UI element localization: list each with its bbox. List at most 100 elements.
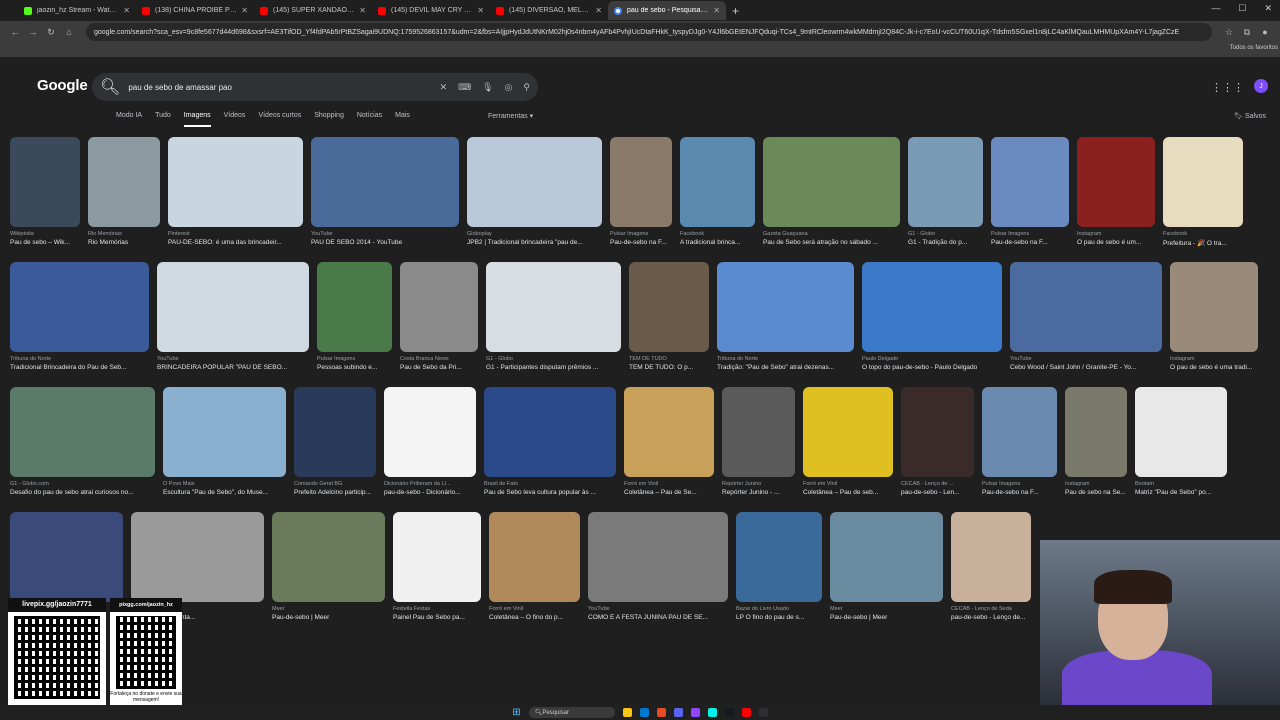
image-thumbnail[interactable] — [1010, 262, 1162, 352]
image-caption[interactable]: Escultura "Pau de Sebo", do Muse... — [163, 489, 286, 496]
image-source[interactable]: Forró em Vinil — [803, 481, 893, 487]
image-caption[interactable]: Pessoas subindo e... — [317, 364, 392, 371]
image-caption[interactable]: Matriz "Pau de Sebo" po... — [1135, 489, 1227, 496]
image-caption[interactable]: Pau de Sebo leva cultura popular às ... — [484, 489, 616, 496]
browser-tab[interactable]: (145) DEVIL MAY CRY OFILME ✕ — [372, 1, 490, 20]
image-thumbnail[interactable] — [803, 387, 893, 477]
image-source[interactable]: G1 - Globo.com — [10, 481, 155, 487]
image-thumbnail[interactable] — [588, 512, 728, 602]
search-input[interactable]: pau de sebo de amassar pao — [128, 83, 439, 92]
profile-icon[interactable]: ● — [1256, 27, 1274, 37]
image-result[interactable]: Repórter Junino Repórter Junino - ... — [722, 387, 795, 496]
image-result[interactable]: Dicionário Priberam da Lí... pau-de-sebo … — [384, 387, 476, 496]
youtube-icon[interactable] — [741, 708, 751, 717]
image-result[interactable]: O Povo Mais Escultura "Pau de Sebo", do M… — [163, 387, 286, 496]
image-result[interactable]: Bazar do Livro Usado LP O fino do pau de … — [736, 512, 822, 621]
google-logo[interactable]: Google — [37, 77, 88, 94]
microphone-icon[interactable]: 🎙︎ — [482, 82, 493, 93]
image-caption[interactable]: Coletânea – O fino do p... — [489, 614, 580, 621]
image-thumbnail[interactable] — [1065, 387, 1127, 477]
tiktok-icon[interactable] — [707, 708, 717, 717]
image-thumbnail[interactable] — [393, 512, 481, 602]
url-field[interactable]: google.com/search?sca_esv=9c8fe5677d44d6… — [86, 23, 1212, 41]
image-caption[interactable]: Tradição: "Pau de Sebo" atrai dezenas... — [717, 364, 854, 371]
image-thumbnail[interactable] — [272, 512, 385, 602]
image-source[interactable]: Costa Branca News — [400, 356, 478, 362]
image-thumbnail[interactable] — [317, 262, 392, 352]
image-result[interactable]: Instagram O pau de sebo é um... — [1077, 137, 1155, 247]
image-source[interactable]: Forró em Vinil — [624, 481, 714, 487]
image-result[interactable]: Pinterest PAU-DE-SEBO: é uma das brincade… — [168, 137, 303, 247]
image-caption[interactable]: O pau de sebo é um... — [1077, 239, 1155, 246]
image-source[interactable]: Bazar do Livro Usado — [736, 606, 822, 612]
image-source[interactable]: Paulo Delgado — [862, 356, 1002, 362]
image-result[interactable]: Gazeta Guaçuana Pau de Sebo será atração … — [763, 137, 900, 247]
image-caption[interactable]: Painel Pau de Sebo pa... — [393, 614, 481, 621]
obs-icon[interactable] — [758, 708, 768, 717]
image-caption[interactable]: Pau de sebo – Wik... — [10, 239, 80, 246]
image-caption[interactable]: PAU DE SEBO 2014 - YouTube — [311, 239, 459, 246]
image-result[interactable]: YouTube PAU DE SEBO 2014 - YouTube — [311, 137, 459, 247]
image-result[interactable]: Forró em Vinil Coletânea – O fino do p... — [489, 512, 580, 621]
image-thumbnail[interactable] — [294, 387, 376, 477]
image-result[interactable]: Pulsar Imagens Pau-de-sebo na F... — [982, 387, 1057, 496]
image-source[interactable]: Festella Festas — [393, 606, 481, 612]
image-thumbnail[interactable] — [830, 512, 943, 602]
image-source[interactable]: CECAB - Lenço de ... — [901, 481, 974, 487]
image-caption[interactable]: Tradicional Brincadeira do Pau de Seb... — [10, 364, 149, 371]
image-caption[interactable]: LP O fino do pau de s... — [736, 614, 822, 621]
image-result[interactable]: Tribuna do Norte Tradição: "Pau de Sebo" … — [717, 262, 854, 371]
image-source[interactable]: YouTube — [311, 231, 459, 237]
twitch-icon[interactable] — [690, 708, 700, 717]
image-result[interactable]: G1 - Globo G1 - Participantes disputam pr… — [486, 262, 621, 371]
image-source[interactable]: Instagram — [1077, 231, 1155, 237]
browser-tab[interactable]: (138) CHINA PROIBE PREGAÇÃ ✕ — [136, 1, 254, 20]
close-tab-icon[interactable]: ✕ — [595, 6, 602, 15]
image-caption[interactable]: Pau-de-sebo na F... — [991, 239, 1069, 246]
browser-tab[interactable]: (145) SUPER XANDÃO FALANDO ✕ — [254, 1, 372, 20]
image-source[interactable]: Brasil de Fato — [484, 481, 616, 487]
image-caption[interactable]: Repórter Junino - ... — [722, 489, 795, 496]
image-caption[interactable]: COMO É A FESTA JUNINA PAU DE SE... — [588, 614, 728, 621]
reload-icon[interactable]: ↻ — [42, 27, 60, 38]
image-thumbnail[interactable] — [88, 137, 160, 227]
close-tab-icon[interactable]: ✕ — [713, 6, 720, 15]
image-thumbnail[interactable] — [624, 387, 714, 477]
image-thumbnail[interactable] — [384, 387, 476, 477]
lens-icon[interactable]: ◎ — [505, 82, 513, 93]
clear-icon[interactable]: ✕ — [440, 82, 448, 93]
image-result[interactable]: Paulo Delgado O topo do pau-de-sebo - Pau… — [862, 262, 1002, 371]
image-source[interactable]: G1 - Globo — [486, 356, 621, 362]
image-caption[interactable]: BRINCADEIRA POPULAR "PAU DE SEBO... — [157, 364, 309, 371]
image-thumbnail[interactable] — [610, 137, 672, 227]
image-thumbnail[interactable] — [484, 387, 616, 477]
close-icon[interactable]: ✕ — [1264, 3, 1272, 14]
image-caption[interactable]: Pau-de-sebo na F... — [982, 489, 1057, 496]
tools-button[interactable]: Ferramentas ▾ — [488, 112, 533, 120]
image-result[interactable]: Instagram Pau de sebo na Se... — [1065, 387, 1127, 496]
image-result[interactable]: Facebook A tradicional brinca... — [680, 137, 755, 247]
tab-shopping[interactable]: Shopping — [314, 112, 344, 127]
image-source[interactable]: Bootam — [1135, 481, 1227, 487]
tab-tudo[interactable]: Tudo — [155, 112, 171, 127]
image-thumbnail[interactable] — [629, 262, 709, 352]
image-result[interactable]: Pulsar Imagens Pau-de-sebo na F... — [991, 137, 1069, 247]
search-box[interactable]: 🔍︎ pau de sebo de amassar pao ✕ ⌨ 🎙︎ ◎ ⚲ — [92, 73, 538, 101]
apps-grid-icon[interactable]: ⋮⋮⋮ — [1211, 81, 1244, 94]
image-source[interactable]: Tribuna do Norte — [10, 356, 149, 362]
home-icon[interactable]: ⌂ — [60, 27, 78, 37]
windows-start-icon[interactable]: ⊞ — [512, 707, 520, 718]
image-source[interactable]: YouTube — [588, 606, 728, 612]
image-thumbnail[interactable] — [400, 262, 478, 352]
image-thumbnail[interactable] — [717, 262, 854, 352]
image-thumbnail[interactable] — [736, 512, 822, 602]
image-source[interactable]: YouTube — [1010, 356, 1162, 362]
image-source[interactable]: Meer — [830, 606, 943, 612]
image-result[interactable]: Forró em Vinil Coletânea – Pau de Se... — [624, 387, 714, 496]
image-caption[interactable]: pau-de-sebo - Dicionário... — [384, 489, 476, 496]
image-thumbnail[interactable] — [951, 512, 1031, 602]
browser-tab[interactable]: pau de sebo - Pesquisa Google ✕ — [608, 1, 726, 20]
image-source[interactable]: Facebook — [680, 231, 755, 237]
tab-vídeos-curtos[interactable]: Vídeos curtos — [258, 112, 301, 127]
image-result[interactable]: Festella Festas Painel Pau de Sebo pa... — [393, 512, 481, 621]
